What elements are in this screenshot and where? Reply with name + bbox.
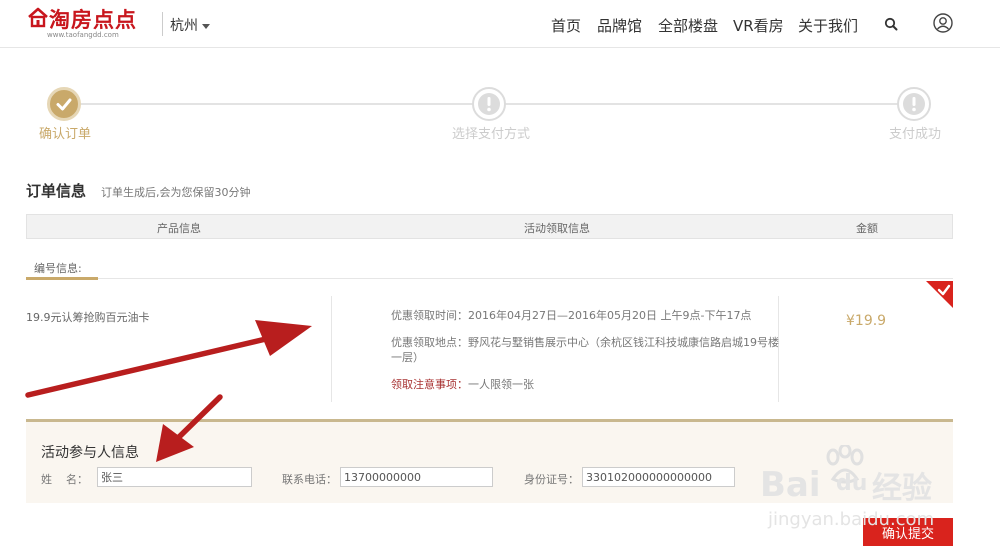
claim-time-value: 2016年04月27日—2016年05月20日 上午9点-下午17点 xyxy=(468,309,752,322)
step-2-label: 选择支付方式 xyxy=(452,127,531,142)
submit-button[interactable]: 确认提交 xyxy=(863,518,953,546)
city-selector[interactable]: 杭州 xyxy=(170,15,210,35)
code-info-divider xyxy=(98,278,953,279)
step-3-label: 支付成功 xyxy=(889,127,942,142)
nav-home[interactable]: 首页 xyxy=(551,15,581,36)
claim-place-value: 野风花与墅销售展示中心（余杭区钱江科技城康信路启城19号楼 xyxy=(468,336,779,349)
order-table-header: 产品信息 活动领取信息 金额 xyxy=(26,214,953,239)
step-3-circle xyxy=(897,87,931,121)
selected-check-icon xyxy=(926,281,953,308)
order-info-title: 订单信息 xyxy=(26,182,87,200)
claim-time-label: 优惠领取时间： xyxy=(391,309,468,322)
column-activity: 活动领取信息 xyxy=(524,222,590,235)
exclamation-icon xyxy=(478,93,500,115)
participant-info-panel: 活动参与人信息 姓 名： 联系电话： 身份证号： xyxy=(26,419,953,503)
claim-place-line2: 一层） xyxy=(391,351,424,364)
code-info-label: 编号信息: xyxy=(34,262,82,275)
column-divider-1 xyxy=(331,296,332,402)
nav-vr-tour[interactable]: VR看房 xyxy=(733,15,784,36)
arrow-icon xyxy=(25,320,312,398)
caret-down-icon xyxy=(202,23,210,29)
step-connector-1 xyxy=(80,103,475,105)
participant-info-title: 活动参与人信息 xyxy=(41,445,139,461)
step-1-label: 确认订单 xyxy=(39,127,92,142)
user-icon[interactable] xyxy=(933,13,953,33)
claim-place-label: 优惠领取地点： xyxy=(391,336,468,349)
step-connector-2 xyxy=(505,103,898,105)
phone-label: 联系电话： xyxy=(282,473,337,486)
site-logo[interactable]: 淘房点点 www.taofangdd.com xyxy=(27,4,152,40)
column-amount: 金额 xyxy=(856,222,878,235)
logo-url: www.taofangdd.com xyxy=(47,31,119,39)
nav-all-properties[interactable]: 全部楼盘 xyxy=(658,15,718,36)
nav-about-us[interactable]: 关于我们 xyxy=(798,15,858,36)
claim-place: 优惠领取地点：野风花与墅销售展示中心（余杭区钱江科技城康信路启城19号楼 xyxy=(391,335,779,351)
step-1-circle xyxy=(47,87,81,121)
search-icon[interactable] xyxy=(884,17,898,31)
phone-input[interactable] xyxy=(340,467,493,487)
name-label: 姓 名： xyxy=(41,473,88,486)
column-product: 产品信息 xyxy=(157,222,201,235)
check-icon xyxy=(56,98,72,111)
claim-notice: 领取注意事项：一人限领一张 xyxy=(391,377,534,393)
id-number-label: 身份证号： xyxy=(524,473,579,486)
step-2-circle xyxy=(472,87,506,121)
claim-notice-label: 领取注意事项： xyxy=(391,378,468,391)
id-number-input[interactable] xyxy=(582,467,735,487)
order-info-note: 订单生成后,会为您保留30分钟 xyxy=(101,186,251,199)
nav-brand-hall[interactable]: 品牌馆 xyxy=(597,15,642,36)
top-header: 淘房点点 www.taofangdd.com 杭州 首页 品牌馆 全部楼盘 VR… xyxy=(0,0,1000,48)
order-price: ¥19.9 xyxy=(846,313,887,329)
house-logo-icon xyxy=(28,7,48,28)
claim-notice-value: 一人限领一张 xyxy=(468,378,534,391)
name-input[interactable] xyxy=(97,467,252,487)
header-divider xyxy=(162,12,163,36)
product-name: 19.9元认筹抢购百元油卡 xyxy=(26,311,150,324)
exclamation-icon xyxy=(903,93,925,115)
code-info-underline xyxy=(26,277,98,280)
claim-time: 优惠领取时间：2016年04月27日—2016年05月20日 上午9点-下午17… xyxy=(391,308,751,324)
city-label: 杭州 xyxy=(170,18,198,34)
logo-text: 淘房点点 xyxy=(49,8,137,32)
